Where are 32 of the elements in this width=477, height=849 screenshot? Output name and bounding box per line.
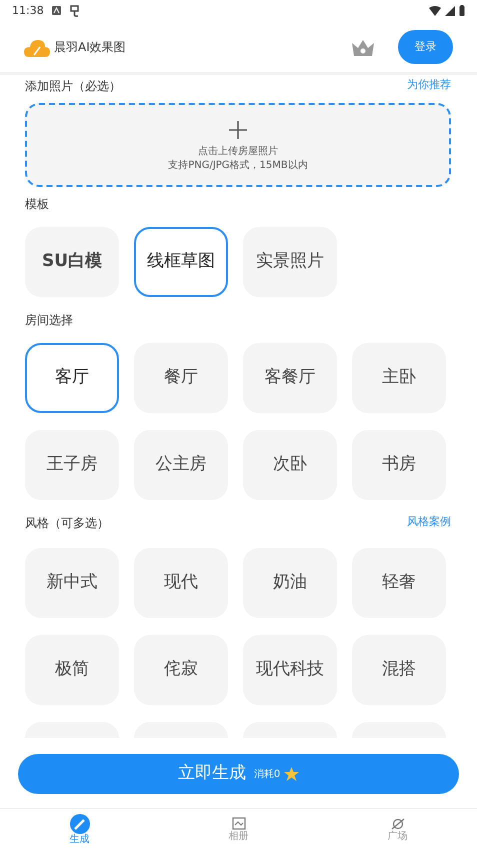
bug-icon [68, 2, 80, 20]
section-title: 房间选择 [25, 312, 73, 329]
option-tile[interactable]: 公主房 [134, 430, 228, 500]
option-tile[interactable]: 奶油 [243, 548, 337, 618]
option-tile[interactable]: 现代 [134, 548, 228, 618]
upload-area[interactable]: 点击上传房屋照片 支持PNG/JPG格式，15MB以内 [25, 103, 451, 187]
picture-frame-icon [232, 816, 246, 830]
status-time: 11:38 [12, 2, 44, 19]
option-tile[interactable]: 主卧 [352, 343, 446, 413]
option-tile[interactable]: 次卧 [243, 430, 337, 500]
option-tile[interactable]: 混搭 [352, 635, 446, 705]
option-tile[interactable]: SU白模 [25, 227, 119, 297]
option-tile[interactable]: 侘寂 [134, 635, 228, 705]
option-tile[interactable]: 现代科技 [243, 635, 337, 705]
planet-icon [390, 816, 404, 830]
app-title: 晨羽AI效果图 [54, 39, 126, 56]
brush-icon [70, 814, 90, 834]
option-tile[interactable]: 新中式 [25, 548, 119, 618]
section-title: 模板 [25, 196, 49, 213]
upload-hint: 点击上传房屋照片 [198, 145, 278, 159]
option-tile[interactable]: 极简 [25, 635, 119, 705]
section-title: 风格（可多选） [25, 515, 109, 532]
option-tile[interactable]: 客餐厅 [243, 343, 337, 413]
option-tile[interactable]: 餐厅 [134, 343, 228, 413]
upload-formats: 支持PNG/JPG格式，15MB以内 [168, 159, 308, 173]
section-title: 添加照片（必选） [25, 78, 121, 95]
option-tile[interactable]: 客厅 [25, 343, 119, 413]
option-tile[interactable]: 实景照片 [243, 227, 337, 297]
option-tile[interactable]: 线框草图 [134, 227, 228, 297]
option-tile[interactable]: 书房 [352, 430, 446, 500]
option-tile[interactable]: 王子房 [25, 430, 119, 500]
option-tile[interactable]: 轻奢 [352, 548, 446, 618]
